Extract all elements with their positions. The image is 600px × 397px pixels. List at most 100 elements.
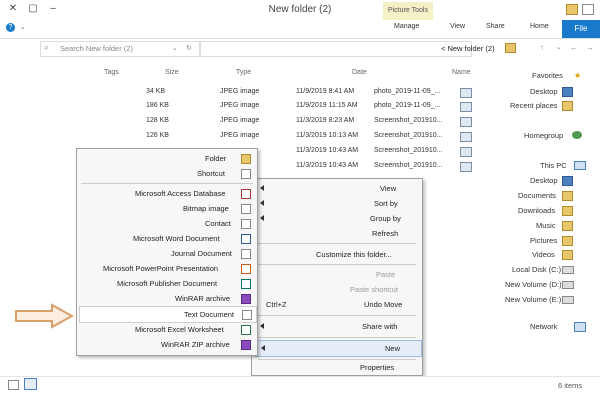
menu-item-paste-shortcut: Paste shortcut: [350, 285, 398, 294]
file-row[interactable]: Screenshot_201910... 11/3/2019 8:23 AM J…: [80, 115, 480, 129]
nav-videos[interactable]: Videos: [532, 250, 555, 259]
menu-item-sort-by[interactable]: Sort by: [252, 196, 422, 211]
column-name[interactable]: Name: [452, 69, 471, 76]
tab-home[interactable]: Home: [530, 23, 549, 30]
file-name: Screenshot_201910...: [374, 117, 443, 124]
pointer-arrow-icon: [15, 303, 74, 329]
menu-item-new[interactable]: New: [254, 340, 422, 357]
file-row[interactable]: Screenshot_201910... 11/3/2019 10:13 AM …: [80, 130, 480, 144]
file-date: 11/3/2019 10:43 AM: [296, 147, 359, 154]
nav-music[interactable]: Music: [536, 221, 556, 230]
submenu-arrow-icon: [260, 215, 264, 221]
bitmap-icon: [241, 204, 251, 214]
word-icon: [241, 234, 251, 244]
details-view-icon[interactable]: [8, 380, 19, 390]
new-journal-document[interactable]: Journal Document: [77, 246, 257, 261]
new-word-document[interactable]: Microsoft Word Document: [77, 231, 257, 246]
new-powerpoint-presentation[interactable]: Microsoft PowerPoint Presentation: [77, 261, 257, 276]
network-icon: [574, 322, 586, 332]
shortcut-icon: [241, 169, 251, 179]
column-type[interactable]: Type: [236, 69, 251, 76]
new-publisher-document[interactable]: Microsoft Publisher Document: [77, 276, 257, 291]
menu-item-properties[interactable]: Properties: [252, 360, 422, 375]
homegroup-icon: [572, 131, 582, 139]
file-size: 186 KB: [146, 102, 169, 109]
nav-downloads[interactable]: Downloads: [518, 206, 555, 215]
star-icon: ★: [574, 71, 582, 80]
file-name: photo_2019-11-09_...: [374, 102, 441, 109]
search-placeholder: Search New folder (2): [60, 44, 133, 53]
publisher-icon: [241, 279, 251, 289]
nav-documents[interactable]: Documents: [518, 191, 556, 200]
nav-local-disk[interactable]: Local Disk (C:): [512, 265, 561, 274]
image-file-icon: [460, 162, 472, 172]
tab-manage[interactable]: Manage: [394, 23, 419, 30]
nav-this-pc[interactable]: This PC: [540, 161, 567, 170]
new-shortcut[interactable]: Shortcut: [77, 166, 257, 181]
column-date[interactable]: Date: [352, 69, 367, 76]
file-date: 11/3/2019 10:43 AM: [296, 162, 359, 169]
file-size: 128 KB: [146, 117, 169, 124]
new-access-database[interactable]: Microsoft Access Database: [77, 186, 257, 201]
file-row[interactable]: photo_2019-11-09_... 11/9/2019 11:15 AM …: [80, 100, 480, 114]
minimize-button[interactable]: –: [44, 2, 62, 16]
nav-pc-desktop[interactable]: Desktop: [530, 176, 558, 185]
image-file-icon: [460, 88, 472, 98]
nav-homegroup[interactable]: Homegroup: [524, 131, 563, 140]
nav-pictures[interactable]: Pictures: [530, 236, 557, 245]
back-arrow-icon[interactable]: →: [586, 43, 594, 52]
column-tags[interactable]: Tags: [104, 69, 119, 76]
new-winrar-zip-archive[interactable]: WinRAR ZIP archive: [77, 337, 257, 352]
menu-item-share-with[interactable]: Share with: [252, 319, 422, 334]
nav-volume-d[interactable]: New Volume (D:): [505, 280, 562, 289]
close-button[interactable]: ✕: [4, 2, 22, 16]
context-menu: View Sort by Group by Refresh Customize …: [251, 178, 423, 376]
computer-icon: [574, 161, 586, 170]
menu-separator: [258, 243, 416, 244]
picture-tools-label: Picture Tools: [383, 2, 433, 20]
address-folder-icon: [505, 43, 516, 53]
drive-icon: [562, 266, 574, 274]
nav-network[interactable]: Network: [530, 322, 558, 331]
new-winrar-archive[interactable]: WinRAR archive: [77, 291, 257, 306]
menu-item-customize[interactable]: Customize this folder...: [252, 247, 422, 262]
address-bar[interactable]: [200, 41, 472, 57]
quick-access-icon[interactable]: [582, 4, 594, 15]
file-type: JPEG image: [220, 117, 260, 124]
chevron-down-icon[interactable]: ⌄: [20, 23, 26, 31]
image-file-icon: [460, 132, 472, 142]
nav-favorites[interactable]: Favorites: [532, 71, 563, 80]
new-excel-worksheet[interactable]: Microsoft Excel Worksheet: [77, 322, 257, 337]
menu-item-undo-move[interactable]: Ctrl+Z Undo Move: [252, 297, 422, 312]
large-icons-view-icon[interactable]: [24, 378, 37, 390]
menu-item-refresh[interactable]: Refresh: [252, 226, 422, 241]
new-contact[interactable]: Contact: [77, 216, 257, 231]
access-icon: [241, 189, 251, 199]
file-row[interactable]: photo_2019-11-09_... 11/9/2019 8:41 AM J…: [80, 86, 480, 100]
maximize-button[interactable]: ▢: [24, 2, 42, 16]
tab-share[interactable]: Share: [486, 23, 505, 30]
column-size[interactable]: Size: [165, 69, 179, 76]
downloads-icon: [562, 206, 573, 216]
menu-item-group-by[interactable]: Group by: [252, 211, 422, 226]
tab-file[interactable]: File: [562, 20, 600, 38]
menu-item-paste: Paste: [376, 270, 396, 279]
file-type: JPEG image: [220, 102, 260, 109]
up-arrow-icon[interactable]: ↑: [540, 43, 544, 52]
submenu-arrow-icon: [260, 323, 264, 329]
tab-view[interactable]: View: [450, 23, 465, 30]
item-count: 6 items: [558, 381, 583, 390]
nav-volume-e[interactable]: New Volume (E:): [505, 295, 561, 304]
history-chevron-icon[interactable]: ⌄: [556, 43, 562, 51]
nav-recent-places[interactable]: Recent places: [510, 101, 558, 110]
videos-icon: [562, 250, 573, 260]
help-icon[interactable]: ?: [6, 23, 15, 32]
menu-item-view[interactable]: View: [252, 181, 422, 196]
forward-arrow-icon[interactable]: ←: [570, 43, 578, 52]
new-folder[interactable]: Folder: [77, 151, 257, 166]
new-bitmap-image[interactable]: Bitmap image: [77, 201, 257, 216]
file-size: 34 KB: [146, 88, 166, 95]
new-text-document[interactable]: Text Document: [79, 306, 257, 323]
window-title: New folder (2): [268, 4, 332, 15]
nav-desktop[interactable]: Desktop: [530, 87, 558, 96]
